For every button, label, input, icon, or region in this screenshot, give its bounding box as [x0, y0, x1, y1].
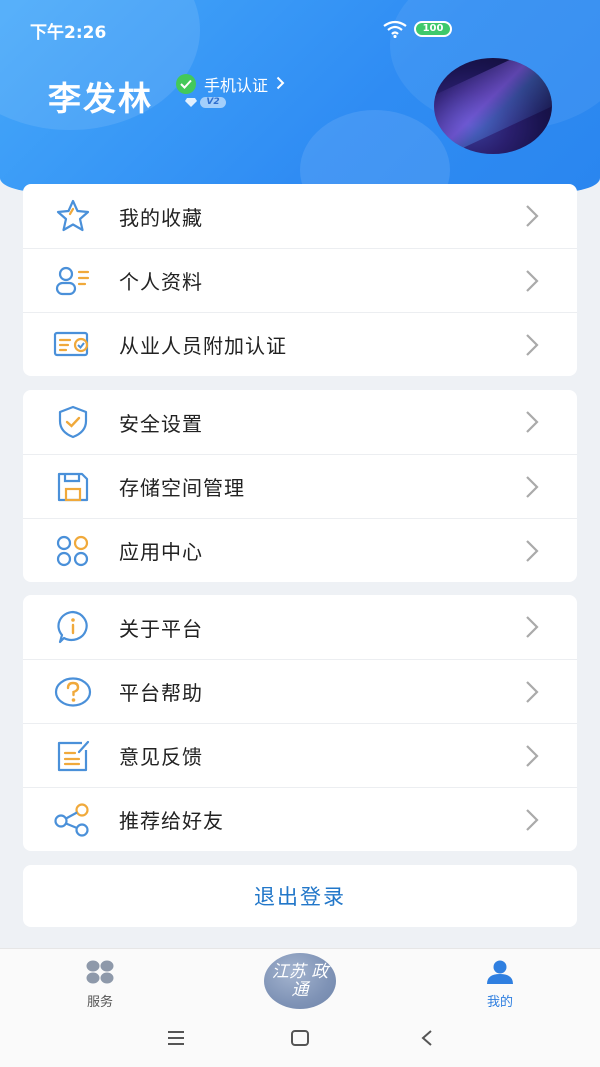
chevron-right-icon — [526, 411, 539, 433]
menu-card-settings: 安全设置 存储空间管理 应用中心 — [23, 390, 577, 582]
services-icon — [86, 960, 114, 984]
menu-item-label: 关于平台 — [119, 616, 203, 641]
status-bar: 下午2:26 100 — [0, 0, 600, 56]
back-icon[interactable] — [420, 1029, 434, 1047]
center-logo-button[interactable]: 江苏 政通 — [264, 953, 336, 1009]
shield-icon — [53, 404, 93, 440]
chevron-right-icon — [526, 334, 539, 356]
certificate-icon — [53, 327, 93, 363]
verified-check-icon — [176, 74, 196, 94]
member-level: V2 — [184, 97, 226, 108]
feedback-icon — [53, 738, 93, 774]
menu-item-label: 推荐给好友 — [119, 809, 224, 833]
chevron-right-icon — [526, 809, 539, 831]
wifi-icon — [383, 20, 407, 38]
menu-item-label: 意见反馈 — [119, 745, 203, 769]
header-decoration — [300, 110, 450, 192]
user-name: 李发林 — [48, 79, 153, 118]
help-icon — [53, 674, 93, 710]
phone-verify-link[interactable]: 手机认证 — [176, 72, 285, 96]
menu-item-profile[interactable]: 个人资料 — [23, 248, 577, 312]
system-nav-bar — [0, 1016, 600, 1067]
level-badge: V2 — [200, 97, 226, 108]
menu-item-professional-certification[interactable]: 从业人员附加认证 — [23, 312, 577, 376]
bottom-tab-bar: 服务 江苏 政通 我的 — [0, 948, 600, 1016]
apps-icon — [53, 533, 93, 569]
menu-item-about-platform[interactable]: 关于平台 — [23, 595, 577, 659]
chevron-right-icon — [526, 681, 539, 703]
menu-item-label: 应用中心 — [119, 540, 203, 564]
logout-button[interactable]: 退出登录 — [23, 865, 577, 927]
menu-item-storage-management[interactable]: 存储空间管理 — [23, 454, 577, 518]
menu-item-recommend-friends[interactable]: 推荐给好友 — [23, 787, 577, 851]
tab-label: 服务 — [86, 995, 113, 1010]
user-icon — [487, 960, 513, 984]
menu-item-feedback[interactable]: 意见反馈 — [23, 723, 577, 787]
menu-item-label: 平台帮助 — [119, 681, 203, 705]
menu-item-app-center[interactable]: 应用中心 — [23, 518, 577, 582]
chevron-right-icon — [526, 616, 539, 638]
chevron-right-icon — [526, 540, 539, 562]
menu-card-account: 我的收藏 个人资料 从业人员附加认证 — [23, 184, 577, 376]
tab-label: 我的 — [486, 995, 513, 1010]
menu-item-label: 安全设置 — [119, 411, 203, 436]
menu-item-label: 个人资料 — [119, 270, 203, 294]
menu-card-platform: 关于平台 平台帮助 意见反馈 推荐给好友 — [23, 595, 577, 851]
tab-mine[interactable]: 我的 — [460, 959, 540, 1010]
verify-label: 手机认证 — [204, 76, 269, 95]
menu-item-label: 我的收藏 — [119, 205, 203, 230]
profile-icon — [53, 263, 93, 299]
diamond-icon — [185, 98, 197, 107]
menu-item-favorites[interactable]: 我的收藏 — [23, 184, 577, 248]
menu-item-label: 从业人员附加认证 — [119, 334, 287, 358]
menu-item-security-settings[interactable]: 安全设置 — [23, 390, 577, 454]
tab-services[interactable]: 服务 — [60, 959, 140, 1010]
menu-icon[interactable] — [166, 1029, 186, 1047]
chevron-right-icon — [276, 74, 285, 95]
menu-item-platform-help[interactable]: 平台帮助 — [23, 659, 577, 723]
profile-header: 下午2:26 100 李发林 手机认证 V2 — [0, 0, 600, 192]
storage-icon — [53, 469, 93, 505]
star-icon — [53, 198, 93, 234]
chevron-right-icon — [526, 476, 539, 498]
chevron-right-icon — [526, 270, 539, 292]
battery-indicator: 100 — [414, 21, 452, 37]
chevron-right-icon — [526, 205, 539, 227]
home-icon[interactable] — [290, 1029, 310, 1047]
avatar[interactable] — [434, 58, 552, 154]
share-icon — [53, 802, 93, 838]
menu-item-label: 存储空间管理 — [119, 476, 245, 500]
chevron-right-icon — [526, 745, 539, 767]
status-time: 下午2:26 — [30, 23, 107, 43]
info-icon — [53, 609, 93, 645]
